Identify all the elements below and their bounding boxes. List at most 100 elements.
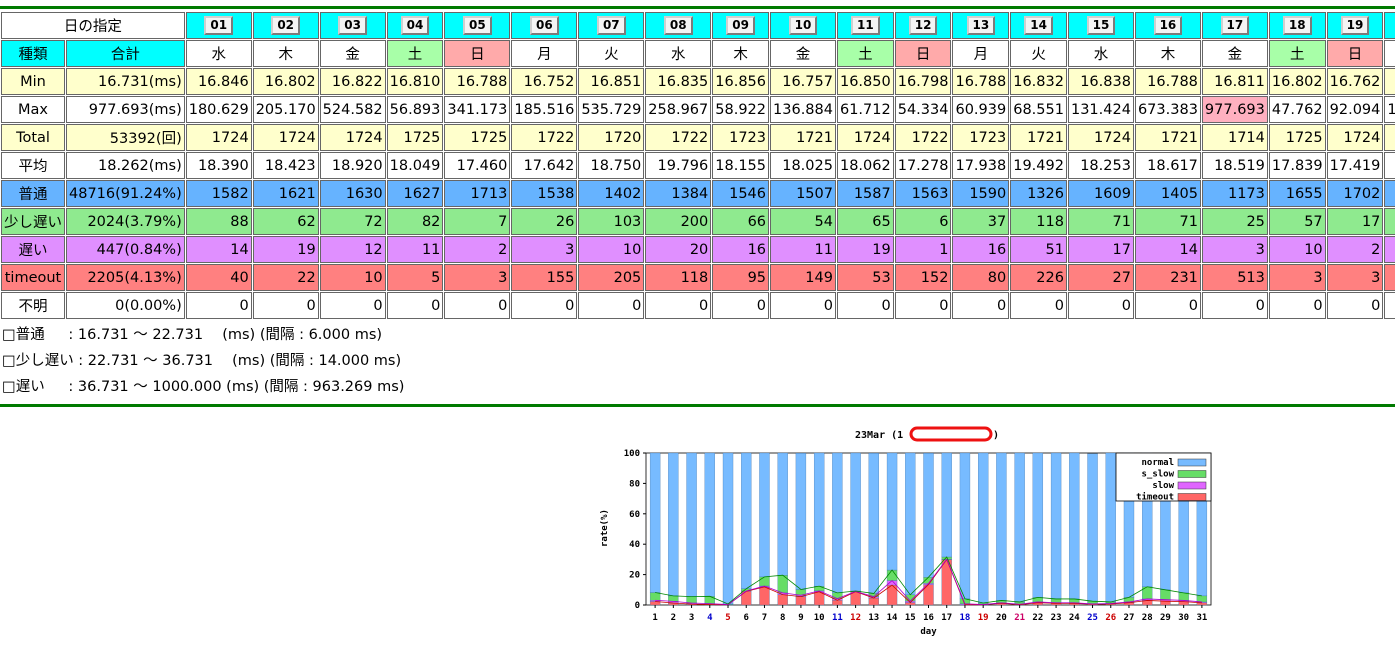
bar-normal — [813, 452, 825, 587]
day-select-button[interactable]: 09 — [726, 16, 755, 35]
max-cell: 185.516 — [511, 96, 578, 123]
y-tick-label: 60 — [629, 510, 640, 520]
normal-cell: 1538 — [511, 180, 578, 207]
bar-s-slow — [1160, 589, 1171, 600]
slow-cell: 10 — [1268, 236, 1326, 263]
legend-line-s-slow: □少し遅い : 22.731 ～ 36.731 (ms) (間隔 : 14.00… — [2, 353, 402, 369]
unknown-cell: 0 — [252, 292, 319, 319]
row-label-type: 種類 — [1, 40, 65, 67]
day-select-button[interactable]: 18 — [1282, 16, 1312, 35]
normal-cell: 1402 — [578, 180, 645, 207]
weekday-cell — [1384, 40, 1395, 67]
avg-cell: 19.796 — [645, 152, 712, 179]
weekday-cell: 日 — [1326, 40, 1384, 67]
s-slow-cell: 6 — [894, 208, 952, 235]
min-cell: 16.851 — [578, 68, 645, 95]
day-select-button[interactable]: 15 — [1086, 16, 1116, 35]
s-slow-cell: 66 — [712, 208, 770, 235]
bar-normal — [704, 452, 715, 597]
bar-normal — [923, 453, 934, 578]
slow-cell: 19 — [252, 236, 319, 263]
x-tick-label: 20 — [996, 613, 1007, 623]
legend-line-normal: □普通 : 16.731 ～ 22.731 (ms) (間隔 : 6.000 m… — [2, 327, 383, 343]
day-select-button[interactable]: 12 — [908, 16, 938, 35]
s-slow-cell: 71 — [1134, 208, 1201, 235]
day-select-button[interactable]: 03 — [338, 16, 367, 35]
timeout-cell: 5 — [386, 264, 444, 291]
avg-cell: 19.492 — [1010, 152, 1067, 179]
timeout-cell: 3 — [1326, 264, 1384, 291]
bar-normal — [649, 452, 661, 593]
day-select-button[interactable]: 04 — [400, 16, 430, 35]
min-cell: 16.798 — [894, 68, 952, 95]
min-cell: 16.788 — [952, 68, 1010, 95]
max-cell: 341.173 — [444, 96, 511, 123]
weekday-cell: 月 — [511, 40, 578, 67]
bar-normal — [722, 452, 734, 605]
day-select-button[interactable]: 08 — [663, 16, 693, 35]
min-cell: 16.788 — [1134, 68, 1201, 95]
day-header-14: 14 — [1010, 12, 1067, 39]
day-select-button[interactable]: 07 — [596, 16, 626, 35]
y-tick-label: 40 — [629, 540, 640, 550]
day-select-button[interactable]: 13 — [966, 16, 996, 35]
bar-s-slow — [686, 596, 697, 604]
unknown-cell: 0 — [185, 292, 252, 319]
day-select-button[interactable]: 05 — [463, 16, 492, 35]
slow-cell: 11 — [386, 236, 444, 263]
day-header-06: 06 — [511, 12, 578, 39]
avg-cell: 18.390 — [185, 152, 252, 179]
max-cell: 58.922 — [712, 96, 770, 123]
s-slow-cell: 7 — [444, 208, 511, 235]
min-cell: 16.835 — [645, 68, 712, 95]
day-select-button[interactable]: 01 — [204, 16, 234, 35]
max-cell: 56.893 — [386, 96, 444, 123]
timeout-cell: 40 — [185, 264, 252, 291]
total-cell: 1725 — [444, 124, 511, 151]
bar-normal — [1087, 453, 1098, 602]
day-select-button[interactable]: 10 — [788, 16, 818, 35]
day-select-button[interactable]: 14 — [1024, 16, 1053, 35]
avg-cell: 18.025 — [770, 152, 836, 179]
bar-normal — [978, 452, 989, 604]
min-cell: 16.757 — [770, 68, 836, 95]
day-select-button[interactable]: 16 — [1153, 16, 1183, 35]
min-cell: 1 — [1384, 68, 1395, 95]
day-select-button[interactable]: 02 — [271, 16, 301, 35]
normal-cell: 1621 — [252, 180, 319, 207]
row-label-min: Min — [1, 68, 65, 95]
unknown-cell — [1384, 292, 1395, 319]
timeout-cell: 118 — [645, 264, 712, 291]
x-tick-label: 10 — [814, 613, 825, 623]
chart-title-prefix: 23Mar (1 — [855, 430, 903, 441]
total-cell: 1714 — [1201, 124, 1268, 151]
day-select-button[interactable]: 19 — [1340, 16, 1370, 35]
x-tick-label: 3 — [689, 613, 694, 623]
max-cell: 535.729 — [578, 96, 645, 123]
day-select-button[interactable]: 11 — [851, 16, 880, 35]
weekday-cell: 土 — [386, 40, 444, 67]
slow-cell: 3 — [511, 236, 578, 263]
weekday-cell: 木 — [712, 40, 770, 67]
normal-cell: 1590 — [952, 180, 1010, 207]
day-header-15: 15 — [1067, 12, 1134, 39]
min-cell: 16.802 — [1268, 68, 1326, 95]
day-header-19: 19 — [1326, 12, 1384, 39]
total-cell: 1724 — [185, 124, 252, 151]
x-tick-label: 19 — [978, 613, 989, 623]
bar-timeout — [795, 596, 807, 606]
avg-cell: 17.839 — [1268, 152, 1326, 179]
day-header-01: 01 — [185, 12, 252, 39]
total-timeout: 2205(4.13%) — [66, 264, 185, 291]
x-tick-label: 5 — [725, 613, 730, 623]
s-slow-cell: 62 — [252, 208, 319, 235]
s-slow-cell: 65 — [836, 208, 894, 235]
day-select-button[interactable]: 06 — [529, 16, 559, 35]
normal-cell: 1609 — [1067, 180, 1134, 207]
unknown-cell: 0 — [1134, 292, 1201, 319]
bar-normal — [850, 452, 861, 592]
total-cell: 1721 — [1010, 124, 1067, 151]
top-divider — [0, 6, 1395, 9]
day-select-button[interactable]: 17 — [1220, 16, 1250, 35]
x-tick-label: 16 — [923, 613, 934, 623]
